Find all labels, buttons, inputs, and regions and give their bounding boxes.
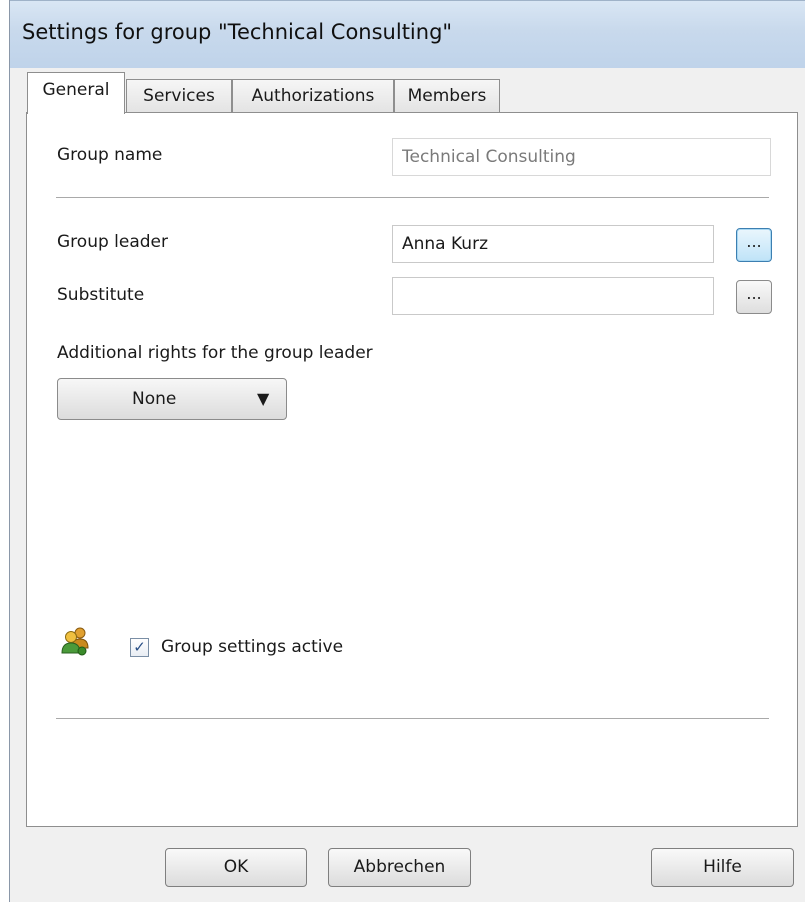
tab-authorizations[interactable]: Authorizations bbox=[232, 79, 394, 113]
settings-dialog: Settings for group "Technical Consulting… bbox=[9, 0, 805, 902]
group-name-label: Group name bbox=[57, 145, 163, 165]
general-panel: Group name Group leader ... Substitute .… bbox=[26, 112, 798, 827]
tab-services[interactable]: Services bbox=[126, 79, 232, 113]
tab-services-label: Services bbox=[143, 86, 215, 106]
group-settings-active-checkbox[interactable]: ✓ bbox=[130, 638, 149, 657]
divider-top bbox=[56, 197, 769, 198]
tab-general[interactable]: General bbox=[27, 72, 125, 114]
group-settings-active-label: Group settings active bbox=[161, 637, 344, 657]
tab-authorizations-label: Authorizations bbox=[251, 86, 375, 106]
additional-rights-value: None bbox=[132, 389, 177, 409]
title-bar: Settings for group "Technical Consulting… bbox=[10, 0, 805, 68]
ok-button[interactable]: OK bbox=[165, 848, 307, 887]
tab-members[interactable]: Members bbox=[394, 79, 500, 113]
divider-bottom bbox=[56, 718, 769, 719]
additional-rights-label: Additional rights for the group leader bbox=[57, 343, 373, 363]
substitute-label: Substitute bbox=[57, 285, 145, 305]
substitute-field[interactable] bbox=[392, 277, 714, 315]
tab-general-label: General bbox=[42, 80, 110, 100]
group-leader-label: Group leader bbox=[57, 232, 168, 252]
substitute-browse-button[interactable]: ... bbox=[736, 280, 772, 314]
help-button[interactable]: Hilfe bbox=[651, 848, 794, 887]
cancel-button[interactable]: Abbrechen bbox=[328, 848, 471, 887]
dropdown-arrow-icon: ▼ bbox=[257, 389, 270, 408]
group-name-field bbox=[392, 138, 771, 176]
group-users-icon bbox=[61, 627, 89, 656]
window-title: Settings for group "Technical Consulting… bbox=[22, 20, 453, 44]
group-leader-field[interactable] bbox=[392, 225, 714, 263]
group-leader-browse-button[interactable]: ... bbox=[736, 228, 772, 262]
additional-rights-dropdown[interactable]: None ▼ bbox=[57, 378, 287, 420]
tab-members-label: Members bbox=[407, 86, 487, 106]
